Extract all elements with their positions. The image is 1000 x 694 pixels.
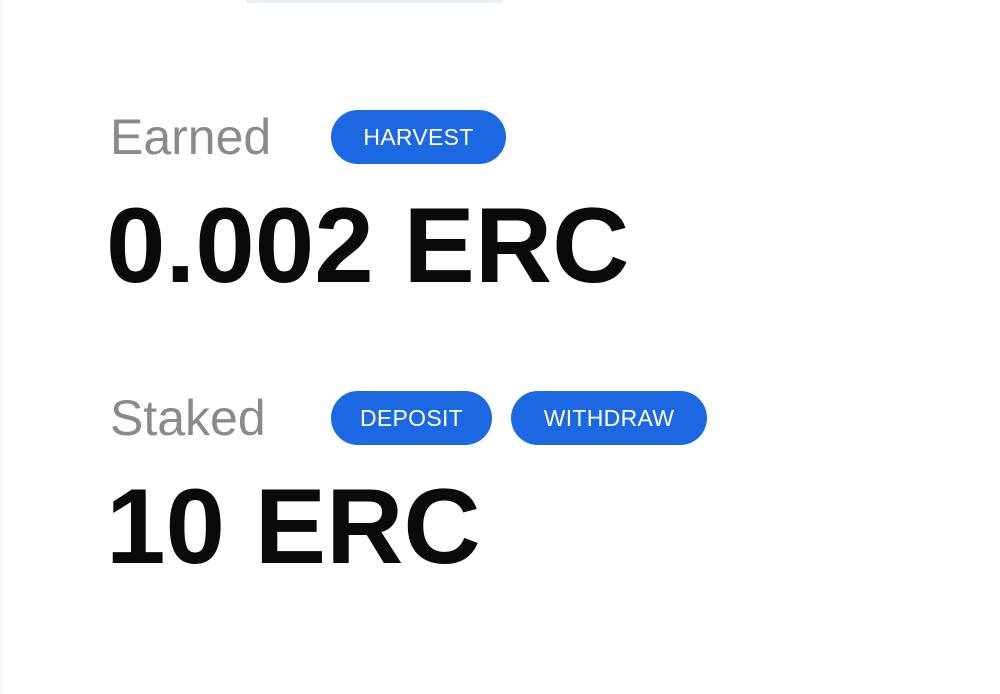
staked-section: Staked DEPOSIT WITHDRAW 10 ERC	[106, 389, 707, 581]
earned-header: Earned HARVEST	[110, 108, 629, 166]
deposit-button[interactable]: DEPOSIT	[331, 391, 492, 445]
earned-label: Earned	[110, 109, 272, 165]
harvest-button[interactable]: HARVEST	[331, 110, 506, 164]
left-edge	[0, 0, 3, 694]
top-divider	[246, 0, 502, 3]
earned-section: Earned HARVEST 0.002 ERC	[106, 108, 629, 300]
staked-amount: 10 ERC	[106, 466, 481, 586]
staking-panel: Earned HARVEST 0.002 ERC Staked DEPOSIT …	[0, 0, 1000, 694]
staked-label: Staked	[110, 390, 266, 446]
staked-header: Staked DEPOSIT WITHDRAW	[110, 389, 707, 447]
withdraw-button[interactable]: WITHDRAW	[511, 391, 707, 445]
earned-amount: 0.002 ERC	[106, 185, 630, 305]
